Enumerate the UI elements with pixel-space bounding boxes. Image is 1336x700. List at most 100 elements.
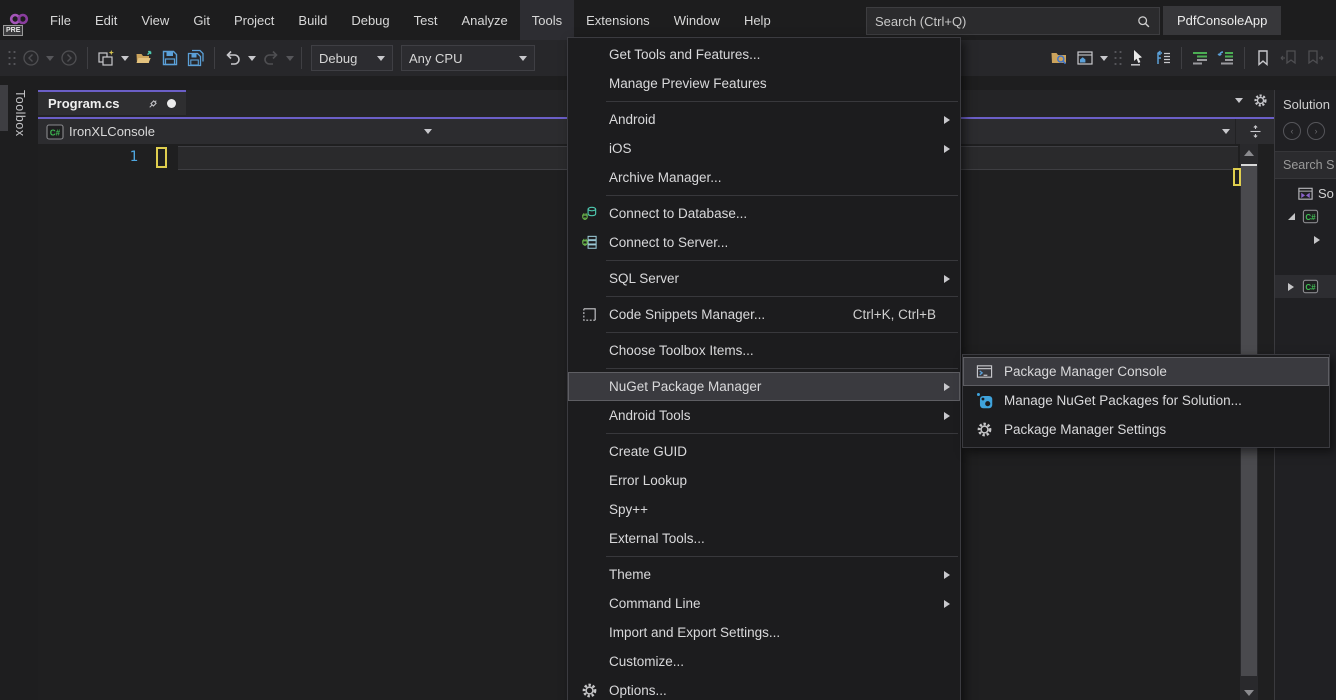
toolbar-grip-handle[interactable] xyxy=(1112,47,1122,69)
tools-menu-item-command-line[interactable]: Command Line xyxy=(568,589,960,618)
scroll-up-icon[interactable] xyxy=(1244,150,1254,156)
tools-menu-item-manage-preview-features[interactable]: Manage Preview Features xyxy=(568,69,960,98)
menubar-item-test[interactable]: Test xyxy=(402,0,450,40)
member-dropdown-caret-icon[interactable] xyxy=(1222,129,1230,134)
expanded-arrow-icon[interactable] xyxy=(1284,210,1298,224)
nuget-submenu-item-package-manager-console[interactable]: Package Manager Console xyxy=(963,357,1329,386)
open-folder-button[interactable] xyxy=(131,45,157,71)
format-outdent-button[interactable] xyxy=(1213,45,1239,71)
document-list-caret-icon[interactable] xyxy=(1235,98,1243,103)
tools-menu-item-archive-manager[interactable]: Archive Manager... xyxy=(568,163,960,192)
toolbox-tab[interactable]: Toolbox xyxy=(8,90,32,182)
tree-row[interactable]: C# xyxy=(1275,205,1336,228)
menubar-item-edit[interactable]: Edit xyxy=(83,0,129,40)
solution-search-input[interactable]: Search S xyxy=(1275,151,1336,179)
copy-structure-button[interactable] xyxy=(1150,45,1176,71)
menubar-item-extensions[interactable]: Extensions xyxy=(574,0,662,40)
editor-options-gear-icon[interactable] xyxy=(1253,93,1268,108)
select-pointer-button[interactable] xyxy=(1124,45,1150,71)
menu-item-label: Command Line xyxy=(609,596,701,611)
caret-glyph xyxy=(377,56,385,61)
tools-menu-item-error-lookup[interactable]: Error Lookup xyxy=(568,466,960,495)
dropdown-caret-icon[interactable] xyxy=(1098,45,1110,71)
find-in-files-button[interactable] xyxy=(1046,45,1072,71)
dropdown-caret-icon[interactable] xyxy=(119,45,131,71)
tools-menu-item-choose-toolbox-items[interactable]: Choose Toolbox Items... xyxy=(568,336,960,365)
tools-menu-item-nuget-package-manager[interactable]: NuGet Package Manager xyxy=(568,372,960,401)
tools-menu-item-spy[interactable]: Spy++ xyxy=(568,495,960,524)
account-button[interactable]: PdfConsoleApp xyxy=(1163,6,1281,35)
menu-separator xyxy=(606,260,958,261)
menubar-item-analyze[interactable]: Analyze xyxy=(449,0,519,40)
nuget-submenu-item-manage-nuget-packages-for-solution[interactable]: Manage NuGet Packages for Solution... xyxy=(963,386,1329,415)
quick-search-box[interactable]: Search (Ctrl+Q) xyxy=(866,7,1160,35)
menu-icon-placeholder xyxy=(581,378,598,395)
project-dropdown[interactable]: IronXLConsole xyxy=(69,124,155,139)
menubar-item-file[interactable]: File xyxy=(38,0,83,40)
menubar-item-git[interactable]: Git xyxy=(181,0,222,40)
menubar-item-build[interactable]: Build xyxy=(286,0,339,40)
menubar-item-view[interactable]: View xyxy=(129,0,181,40)
tools-menu-item-code-snippets-manager[interactable]: Code Snippets Manager...Ctrl+K, Ctrl+B xyxy=(568,300,960,329)
forward-icon[interactable]: › xyxy=(1307,122,1325,140)
tree-row-label: So xyxy=(1318,186,1334,201)
menubar-item-debug[interactable]: Debug xyxy=(339,0,401,40)
modified-dot-icon[interactable] xyxy=(167,99,176,108)
menubar-item-project[interactable]: Project xyxy=(222,0,286,40)
save-button[interactable] xyxy=(157,45,183,71)
toolbar-grip-handle[interactable] xyxy=(6,47,16,69)
menubar-item-help[interactable]: Help xyxy=(732,0,783,40)
tools-menu-item-connect-to-server[interactable]: Connect to Server... xyxy=(568,228,960,257)
tools-menu-item-connect-to-database[interactable]: Connect to Database... xyxy=(568,199,960,228)
tools-menu-item-import-and-export-settings[interactable]: Import and Export Settings... xyxy=(568,618,960,647)
format-indent-icon xyxy=(1191,49,1209,67)
tools-menu-item-android[interactable]: Android xyxy=(568,105,960,134)
collapsed-arrow-icon[interactable] xyxy=(1310,233,1324,247)
navigate-home-button[interactable] xyxy=(1072,45,1098,71)
caret-glyph xyxy=(46,56,54,61)
tools-menu-item-android-tools[interactable]: Android Tools xyxy=(568,401,960,430)
tree-row[interactable]: So xyxy=(1275,182,1336,205)
menu-icon-placeholder xyxy=(581,169,598,186)
split-window-icon[interactable] xyxy=(1235,119,1274,144)
back-icon[interactable]: ‹ xyxy=(1283,122,1301,140)
scrollbar-change-marker xyxy=(1233,168,1241,186)
nav-forward-icon xyxy=(60,49,78,67)
menubar-item-tools[interactable]: Tools xyxy=(520,0,574,40)
dropdown-caret-icon[interactable] xyxy=(246,45,258,71)
tools-menu-item-customize[interactable]: Customize... xyxy=(568,647,960,676)
tools-menu-item-options[interactable]: Options... xyxy=(568,676,960,700)
save-all-button[interactable] xyxy=(183,45,209,71)
tools-menu-item-sql-server[interactable]: SQL Server xyxy=(568,264,960,293)
menu-item-label: Options... xyxy=(609,683,667,698)
new-project-button[interactable] xyxy=(93,45,119,71)
menubar-item-window[interactable]: Window xyxy=(662,0,732,40)
line-number: 1 xyxy=(114,149,138,165)
collapsed-arrow-icon[interactable] xyxy=(1284,280,1298,294)
tools-menu-item-create-guid[interactable]: Create GUID xyxy=(568,437,960,466)
tools-menu-item-get-tools-and-features[interactable]: Get Tools and Features... xyxy=(568,40,960,69)
tools-menu-item-theme[interactable]: Theme xyxy=(568,560,960,589)
tools-menu-item-external-tools[interactable]: External Tools... xyxy=(568,524,960,553)
solution-configurations-combo[interactable]: Debug xyxy=(311,45,393,71)
nuget-submenu-item-package-manager-settings[interactable]: Package Manager Settings xyxy=(963,415,1329,444)
pin-icon[interactable] xyxy=(145,96,161,112)
preview-badge: PRE xyxy=(3,25,23,36)
bookmark-icon xyxy=(1254,49,1272,67)
bookmark-button[interactable] xyxy=(1250,45,1276,71)
solution-platforms-combo[interactable]: Any CPU xyxy=(401,45,535,71)
tab-program-cs[interactable]: Program.cs xyxy=(38,90,186,115)
tools-menu-panel: Get Tools and Features...Manage Preview … xyxy=(567,37,961,700)
menu-item-label: Connect to Database... xyxy=(609,206,747,221)
scroll-down-icon[interactable] xyxy=(1244,690,1254,696)
toolbar-separator xyxy=(1181,47,1182,69)
menu-icon-placeholder xyxy=(581,75,598,92)
title-bar: PRE FileEditViewGitProjectBuildDebugTest… xyxy=(0,0,1336,40)
project-dropdown-caret-icon[interactable] xyxy=(424,129,432,134)
undo-button[interactable] xyxy=(220,45,246,71)
tree-row[interactable]: C# xyxy=(1275,275,1336,298)
tools-menu-item-ios[interactable]: iOS xyxy=(568,134,960,163)
solution-explorer-toolbar: ‹ › xyxy=(1275,112,1336,140)
format-indent-button[interactable] xyxy=(1187,45,1213,71)
tree-row[interactable] xyxy=(1275,228,1336,251)
